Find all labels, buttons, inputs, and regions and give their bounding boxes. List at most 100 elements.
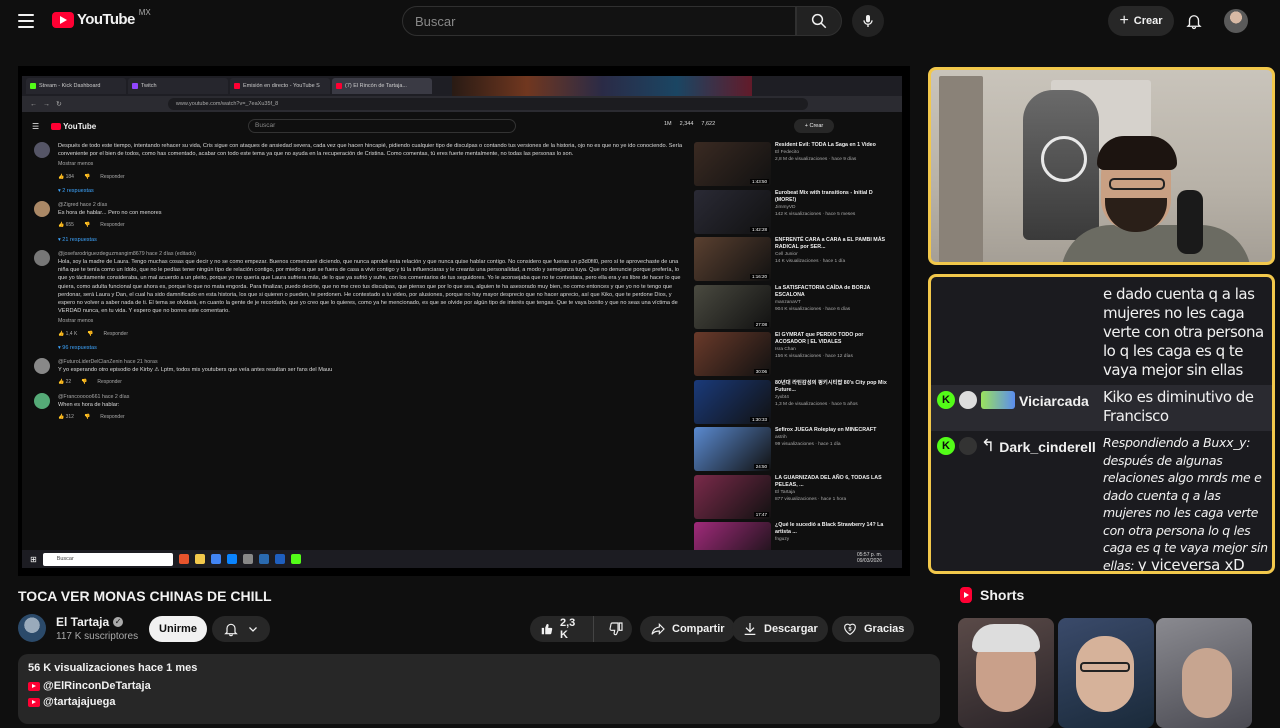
chat-username: Viciarcada (1019, 393, 1089, 409)
subscriber-count: 117 K suscriptores (56, 631, 139, 642)
comment-actions: 👍 1,4 K 👎 Responder (58, 330, 684, 338)
thanks-button[interactable]: $ Gracias (832, 616, 915, 642)
webcam-door (939, 76, 983, 262)
webcam-body (1061, 225, 1251, 262)
comment-thread: @josefarodriguezdeguzmangim8679 hace 2 d… (34, 249, 684, 352)
related-video-title: La SATISFACTORIA CAÍDA de BORJA ESCALONA (775, 284, 871, 298)
inner-related-videos: 1:43:50 Resident Evil: TODA La Saga en 1 … (694, 142, 894, 560)
related-video-channel: El Tartaja (775, 489, 795, 495)
comment-reply: Responder (100, 414, 125, 421)
browser-tab-strip: Stream - Kick Dashboard Twitch Emisión en … (22, 76, 902, 96)
video-duration: 17:47 (753, 511, 769, 517)
related-video-title: Sefirox JUEGA Roleplay en MINECRAFT (775, 427, 877, 433)
comment-actions: 👍 184 👎 Responder (58, 173, 684, 181)
video-duration: 1:42:28 (749, 226, 769, 232)
short-hair (972, 624, 1040, 652)
search-input[interactable] (415, 13, 783, 29)
related-video: 1:42:28 Eurobeat Mix with transitions - I… (694, 189, 894, 238)
video-title: TOCA VER MONAS CHINAS DE CHILL (18, 588, 272, 604)
description-link[interactable]: @ElRinconDeTartaja (28, 680, 930, 692)
inner-youtube-header: ☰ YouTube Buscar 1M 2,344 7,622 + Crear (22, 112, 902, 140)
comment-likes: 👍 655 (58, 222, 74, 229)
dislike-icon: 👎 (87, 330, 94, 337)
comment-text: Y yo esperando otro episodio de Kirby ⚠ … (58, 367, 333, 374)
tab-favicon (132, 83, 138, 89)
chat-username: Dark_cinderell (999, 439, 1096, 455)
description-link[interactable]: @tartajajuega (28, 696, 930, 708)
comment-thread: @Francooooo661 hace 2 días When es hora d… (34, 392, 684, 422)
related-video-thumbnail: 24:50 (694, 427, 771, 471)
related-video-channel: astrih (775, 435, 787, 440)
download-icon (744, 623, 756, 635)
inner-youtube-logo: YouTube (51, 122, 96, 131)
related-video-meta: 156 K visualizaciones · hace 12 días (775, 354, 853, 359)
comment-author: @Zigred hace 2 días (58, 202, 108, 209)
short-thumbnail[interactable] (1058, 618, 1154, 728)
taskbar-app-icon (258, 554, 269, 564)
youtube-icon (28, 697, 40, 707)
related-video-meta: 99 visualizaciones · hace 1 día (775, 442, 841, 447)
captured-browser-window: Stream - Kick Dashboard Twitch Emisión en … (22, 76, 902, 568)
chevron-down-icon (249, 627, 257, 632)
comment-text: Hola, soy la madre de Laura. Tengo mucha… (58, 259, 681, 315)
webcam-frame (928, 67, 1275, 265)
comment-reply: Responder (97, 379, 122, 386)
taskbar-app-icon (242, 554, 253, 564)
taskbar-clock: 05:57 p. m. 09/03/2026 (856, 552, 882, 564)
comment-avatar (34, 358, 50, 375)
tab-favicon (336, 83, 342, 89)
description-box[interactable]: 56 K visualizaciones hace 1 mes @ElRinco… (18, 654, 940, 724)
channel-avatar[interactable] (18, 614, 46, 642)
share-button[interactable]: Compartir (640, 616, 735, 642)
search-button[interactable] (796, 6, 842, 36)
subscribed-button[interactable] (212, 616, 270, 642)
video-player[interactable]: Stream - Kick Dashboard Twitch Emisión en … (18, 66, 910, 576)
menu-icon[interactable] (18, 14, 34, 28)
related-video: 17:47 LA GUARNIZADA DEL AÑO 6, TODAS LAS … (694, 474, 894, 523)
comment: @FuturoLiderDelClanZenin hace 21 horas Y … (34, 358, 684, 387)
dislike-button[interactable] (600, 621, 632, 637)
kick-badge-icon: K (937, 391, 955, 409)
comment-author: @josefarodriguezdeguzmangim8679 hace 2 d… (58, 250, 196, 257)
short-thumbnail[interactable] (958, 618, 1054, 728)
voice-search-button[interactable] (852, 5, 884, 37)
browser-tab: Stream - Kick Dashboard (26, 78, 126, 94)
tab-favicon (234, 83, 240, 89)
super-thanks-icon: $ (844, 623, 856, 635)
related-video-channel: Isra Chan (775, 347, 796, 352)
windows-start-icon: ⊞ (30, 554, 37, 564)
related-video-title: El GYMRAT que PERDIO TODO por ACOSADOR |… (775, 332, 864, 345)
inner-create-button: + Crear (794, 119, 834, 133)
comment-replies-toggle: ▾ 2 respuestas (58, 187, 94, 194)
notifications-button[interactable] (1182, 9, 1206, 33)
channel-name[interactable]: El Tartaja ✓ (56, 615, 124, 629)
download-button[interactable]: Descargar (732, 616, 828, 642)
tab-strip-banner (452, 76, 752, 96)
related-video-thumbnail: 30:06 (694, 332, 771, 376)
webcam-microphone (1177, 190, 1203, 254)
inner-comments: Después de todo este tiempo, intentando … (34, 142, 684, 560)
top-bar: YouTube MX + Crear (0, 0, 1280, 42)
comment-thread: @FuturoLiderDelClanZenin hace 21 horas Y … (34, 358, 684, 387)
youtube-logo[interactable]: YouTube MX (52, 8, 151, 28)
taskbar-search: Buscar (42, 552, 173, 566)
short-thumbnail[interactable] (1156, 618, 1252, 728)
account-avatar[interactable] (1224, 9, 1248, 33)
comment: @josefarodriguezdeguzmangim8679 hace 2 d… (34, 249, 684, 338)
search-box (402, 6, 796, 36)
dislike-icon: 👎 (81, 379, 88, 386)
user-badge-icon (959, 437, 977, 455)
bell-icon (224, 623, 238, 637)
comment-author: @FuturoLiderDelClanZenin hace 21 horas (58, 359, 158, 366)
like-dislike-group: 2,3 K (530, 616, 632, 642)
webcam-glasses (1109, 178, 1165, 190)
join-button[interactable]: Unirme (149, 616, 207, 642)
like-button[interactable]: 2,3 K (530, 616, 594, 642)
create-button[interactable]: + Crear (1108, 6, 1174, 36)
tab-favicon (30, 83, 36, 89)
video-duration: 1:43:50 (749, 179, 769, 184)
browser-tab: Emisión en directo - YouTube S (230, 78, 330, 94)
related-video-meta: 904 K visualizaciones · hace 6 días (775, 306, 851, 312)
related-video-channel: manzanaVT (775, 299, 801, 305)
browser-address-bar: ← → ↻ www.youtube.com/watch?v=_7eaXu35f_… (22, 96, 902, 112)
